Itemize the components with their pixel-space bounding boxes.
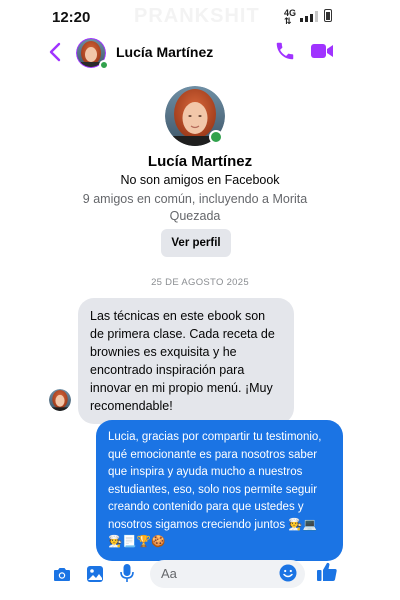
thumbs-up-icon[interactable] [316,561,338,583]
mutual-friends: 9 amigos en común, incluyendo a Morita Q… [82,192,308,223]
signal-icon [300,11,318,22]
back-icon[interactable] [48,41,62,63]
profile-name: Lucía Martínez [147,153,253,170]
profile-online-indicator [209,130,223,144]
outgoing-message[interactable]: Lucia, gracias por compartir tu testimon… [96,420,343,561]
incoming-message[interactable]: Las técnicas en este ebook son de primer… [78,298,294,424]
date-separator: 25 DE AGOSTO 2025 [151,277,249,288]
status-bar: 12:20 PRANKSHIT 4G ⇅ [0,0,400,34]
contact-name[interactable]: Lucía Martínez [116,44,213,60]
message-composer: Aa [0,558,400,592]
sender-avatar[interactable] [49,389,71,411]
watermark: PRANKSHIT [134,5,260,27]
battery-icon [324,9,332,22]
network-indicator: 4G ⇅ [284,8,297,26]
camera-icon[interactable] [53,566,71,582]
friend-status: No son amigos en Facebook [120,173,280,187]
chat-header: Lucía Martínez [0,34,400,72]
online-indicator [99,60,109,70]
microphone-icon[interactable] [120,563,134,584]
view-profile-button[interactable]: Ver perfil [161,229,231,257]
message-input-placeholder: Aa [161,566,177,581]
network-label: 4G [284,8,297,18]
image-icon[interactable] [86,565,104,583]
status-time: 12:20 [52,9,91,26]
video-camera-icon[interactable] [310,42,334,60]
smiley-icon[interactable] [279,564,297,582]
phone-icon[interactable] [274,40,296,62]
